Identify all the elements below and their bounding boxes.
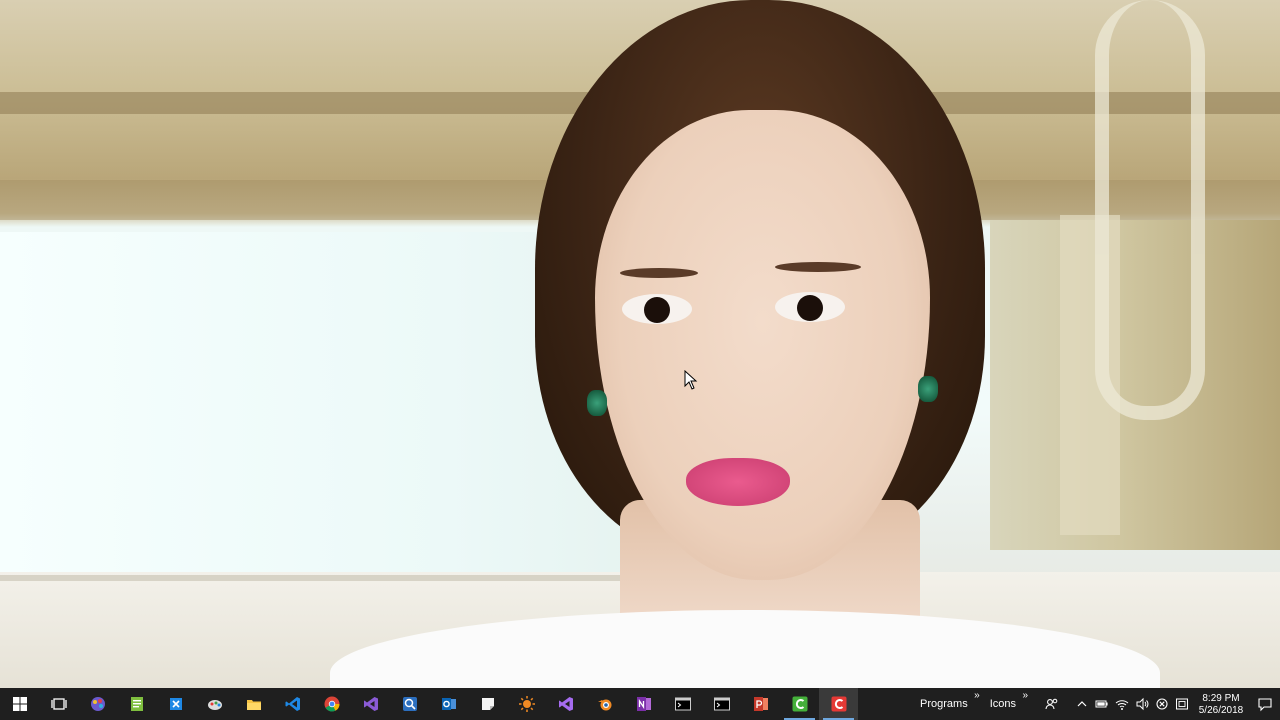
snip-icon [169,698,182,710]
chrome-icon [324,696,339,712]
notification-icon [1258,698,1272,712]
people-icon [1045,698,1058,710]
taskbar: Programs » Icons » 8:29 PM 5/26/2018 [0,688,1280,720]
wifi-icon [1115,700,1129,710]
red-c-icon [831,696,846,712]
circle-x-icon [1156,698,1168,710]
app-sun-tool[interactable] [507,688,546,720]
programs-toolbar-label: Programs [920,698,968,710]
visual-studio-icon [363,697,378,711]
onenote-icon [636,697,651,711]
clock-time: 8:29 PM [1202,692,1240,704]
keyboard-icon [1176,698,1188,710]
battery-button[interactable] [1092,688,1112,720]
paint-palette-icon [90,697,105,711]
app-file-explorer[interactable] [234,688,273,720]
app-snipping[interactable] [156,688,195,720]
wallpaper-eye [775,292,845,322]
app-search-tool[interactable] [390,688,429,720]
app-powerpoint[interactable] [741,688,780,720]
chevron-up-icon [1077,701,1087,707]
input-method-button[interactable] [1172,688,1192,720]
visual-studio-purple-icon [558,697,573,711]
wallpaper-lips [686,458,790,506]
start-button[interactable] [0,688,39,720]
wallpaper-earring [918,376,938,402]
icons-toolbar[interactable]: Icons » [986,688,1028,720]
task-view-icon [50,698,67,710]
action-center-button[interactable] [1250,688,1280,720]
powerpoint-icon [753,697,768,711]
wallpaper-earring [587,390,607,416]
programs-chevron-icon[interactable]: » [974,690,980,701]
app-green-c[interactable] [780,688,819,720]
mouse-cursor-icon [684,370,698,390]
vscode-icon [285,697,300,711]
clock-date: 5/26/2018 [1198,704,1244,716]
app-onenote[interactable] [624,688,663,720]
terminal-icon [674,697,691,711]
volume-button[interactable] [1132,688,1152,720]
green-c-icon [792,696,807,712]
sun-icon [518,696,535,712]
paint-icon [207,700,222,710]
sticky-note-icon [481,698,494,710]
programs-toolbar[interactable]: Programs » [916,688,980,720]
tray-spacer [1062,688,1072,720]
system-tray: 8:29 PM 5/26/2018 [1042,688,1280,720]
app-chrome[interactable] [312,688,351,720]
app-outlook[interactable] [429,688,468,720]
app-blender[interactable] [585,688,624,720]
app-notepad[interactable] [117,688,156,720]
app-terminal-1[interactable] [663,688,702,720]
speaker-icon [1136,697,1149,711]
app-sticky-notes[interactable] [468,688,507,720]
desktop-wallpaper[interactable] [0,0,1280,688]
wallpaper-brow [620,268,698,278]
task-view-button[interactable] [39,688,78,720]
app-vscode[interactable] [273,688,312,720]
wallpaper-rope [1095,0,1205,420]
wallpaper-sofa-edge [0,575,620,581]
wallpaper-brow [775,262,861,272]
folder-icon [246,700,261,710]
outlook-icon [441,698,456,710]
app-terminal-2[interactable] [702,688,741,720]
people-button[interactable] [1042,688,1062,720]
icons-toolbar-label: Icons [989,698,1016,710]
battery-icon [1095,700,1108,708]
icons-chevron-icon[interactable]: » [1022,690,1028,701]
app-visual-studio[interactable] [351,688,390,720]
terminal-icon [713,697,730,711]
app-paint[interactable] [195,688,234,720]
show-hidden-icons-button[interactable] [1072,688,1092,720]
app-red-c[interactable] [819,688,858,720]
taskbar-clock[interactable]: 8:29 PM 5/26/2018 [1192,692,1250,717]
windows-logo-icon [12,697,27,711]
tray-app-button[interactable] [1152,688,1172,720]
app-visual-studio-2[interactable] [546,688,585,720]
magnifier-app-icon [402,697,417,711]
wifi-button[interactable] [1112,688,1132,720]
blender-icon [597,699,611,711]
notepad-icon [130,697,143,711]
app-paint-studio[interactable] [78,688,117,720]
wallpaper-eye [622,294,692,324]
